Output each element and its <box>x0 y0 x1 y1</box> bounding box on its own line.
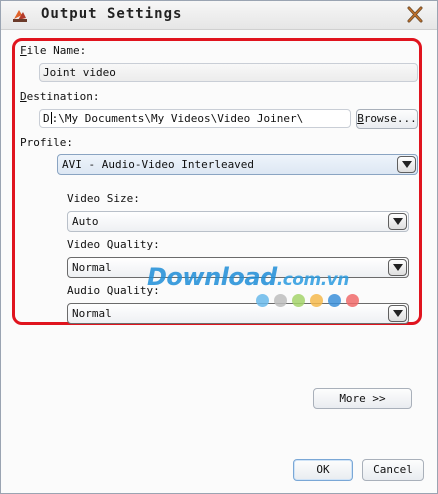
app-logo-icon <box>11 6 29 24</box>
chevron-down-icon[interactable] <box>388 259 407 276</box>
video-quality-selected-value: Normal <box>72 261 112 274</box>
title-bar: Output Settings <box>1 1 437 30</box>
output-settings-dialog: Output Settings File Name: Joint video D… <box>0 0 438 494</box>
chevron-down-icon[interactable] <box>388 213 407 230</box>
profile-label: Profile: <box>20 136 73 149</box>
profile-selected-value: AVI - Audio-Video Interleaved <box>62 158 255 171</box>
video-size-label: Video Size: <box>67 192 140 205</box>
chevron-down-icon[interactable] <box>397 156 416 173</box>
chevron-down-icon[interactable] <box>388 305 407 322</box>
audio-quality-selected-value: Normal <box>72 307 112 320</box>
audio-quality-label: Audio Quality: <box>67 284 160 297</box>
watermark-dot <box>328 294 341 307</box>
file-name-label: File Name: <box>20 44 87 57</box>
video-size-select[interactable]: Auto <box>67 211 409 232</box>
close-icon <box>407 6 423 23</box>
watermark-dot <box>274 294 287 307</box>
video-size-selected-value: Auto <box>72 215 99 228</box>
file-name-input[interactable]: Joint video <box>39 63 418 82</box>
watermark-dot <box>256 294 269 307</box>
close-button[interactable] <box>404 5 426 25</box>
watermark-dot <box>292 294 305 307</box>
ok-button[interactable]: OK <box>293 459 353 481</box>
browse-button[interactable]: Browse... <box>356 109 418 129</box>
video-quality-label: Video Quality: <box>67 238 160 251</box>
cancel-button[interactable]: Cancel <box>362 459 424 481</box>
audio-quality-select[interactable]: Normal <box>67 303 409 324</box>
profile-select[interactable]: AVI - Audio-Video Interleaved <box>57 154 418 175</box>
watermark-dot <box>346 294 359 307</box>
more-button[interactable]: More >> <box>313 388 412 409</box>
destination-input[interactable]: D:\My Documents\My Videos\Video Joiner\ <box>39 109 351 128</box>
watermark-logo: Download.com.vn <box>147 263 349 291</box>
watermark-dot <box>310 294 323 307</box>
dialog-title: Output Settings <box>41 6 183 22</box>
destination-label: Destination: <box>20 90 100 103</box>
